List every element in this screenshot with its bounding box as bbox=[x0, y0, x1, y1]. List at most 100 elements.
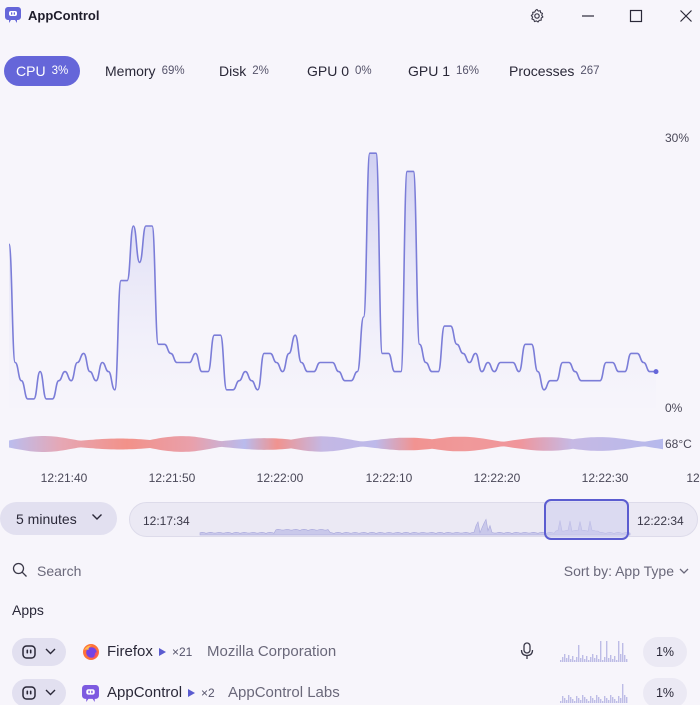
sort-dropdown[interactable]: Sort by: App Type bbox=[564, 563, 674, 579]
maximize-icon bbox=[629, 9, 643, 23]
app-publisher: Mozilla Corporation bbox=[207, 643, 337, 660]
sparkline-bar bbox=[584, 659, 586, 662]
sparkline-bar bbox=[600, 699, 602, 703]
app-cpu-percent: 1% bbox=[643, 637, 687, 667]
x-tick-label: 12:21:50 bbox=[148, 471, 196, 485]
tab-value: 267 bbox=[580, 65, 600, 77]
sparkline-bar bbox=[588, 701, 590, 703]
timeline-overview[interactable]: 12:17:34 12:22:34 bbox=[129, 499, 698, 540]
title-bar: AppControl bbox=[0, 0, 700, 32]
sparkline-bar bbox=[586, 656, 588, 662]
process-count: ×21 bbox=[172, 645, 193, 659]
sparkline-bar bbox=[560, 701, 562, 703]
gear-icon bbox=[530, 8, 544, 23]
tab-label: CPU bbox=[16, 63, 46, 79]
app-row[interactable]: AppControl ×2 AppControl Labs 1% bbox=[0, 677, 700, 705]
app-logo-icon bbox=[5, 7, 21, 23]
maximize-button[interactable] bbox=[622, 4, 650, 28]
tab-cpu[interactable]: CPU 3% bbox=[4, 56, 81, 86]
close-icon bbox=[680, 10, 692, 22]
tab-value: 69% bbox=[161, 65, 185, 77]
tab-disk[interactable]: Disk 2% bbox=[207, 56, 281, 86]
sparkline-bar bbox=[564, 698, 566, 703]
sparkline-bar bbox=[592, 698, 594, 703]
x-tick-label: 12 bbox=[686, 471, 700, 485]
sparkline-bar bbox=[564, 654, 566, 662]
x-tick-label: 12:21:40 bbox=[40, 471, 88, 485]
x-tick-label: 12:22:30 bbox=[581, 471, 629, 485]
sparkline-bar bbox=[614, 699, 616, 703]
sparkline-bar bbox=[566, 658, 568, 662]
app-name: AppControl bbox=[107, 684, 183, 701]
sparkline-bar bbox=[612, 659, 614, 662]
firefox-icon bbox=[83, 644, 99, 660]
sparkline-bar bbox=[584, 697, 586, 703]
overview-end-time: 12:22:34 bbox=[637, 514, 684, 528]
app-title: AppControl bbox=[28, 8, 100, 23]
sparkline-bar bbox=[598, 697, 600, 703]
resource-tabs: CPU 3% Memory 69% Disk 2% GPU 0 0% GPU 1… bbox=[0, 56, 700, 86]
search-input[interactable]: Search bbox=[37, 563, 81, 579]
process-count: ×2 bbox=[201, 686, 215, 700]
tab-label: GPU 0 bbox=[307, 63, 350, 79]
y-max-label: 30% bbox=[665, 131, 690, 145]
sparkline-bar bbox=[610, 655, 612, 662]
sparkline-bar bbox=[596, 695, 598, 703]
sparkline-bar bbox=[618, 696, 620, 703]
app-control-toggle[interactable] bbox=[12, 679, 66, 705]
sparkline-bar bbox=[612, 697, 614, 703]
app-usage-sparkline bbox=[560, 684, 628, 703]
tab-gpu-0[interactable]: GPU 0 0% bbox=[295, 56, 384, 86]
chevron-down-icon bbox=[92, 514, 102, 520]
x-tick-label: 12:22:00 bbox=[256, 471, 304, 485]
tab-gpu-1[interactable]: GPU 1 16% bbox=[396, 56, 491, 86]
sparkline-bar bbox=[616, 701, 618, 703]
sparkline-bar bbox=[568, 655, 570, 662]
cpu-series-line bbox=[8, 152, 656, 400]
time-range-dropdown[interactable]: 5 minutes bbox=[0, 502, 117, 535]
tab-value: 16% bbox=[456, 65, 480, 77]
sparkline-bar bbox=[582, 695, 584, 703]
sparkline-bar bbox=[614, 656, 616, 662]
sparkline-bar bbox=[576, 696, 578, 703]
sparkline-bar bbox=[600, 641, 602, 662]
chevron-down-icon bbox=[45, 689, 56, 696]
appcontrol-small-icon bbox=[22, 686, 36, 700]
chevron-down-icon bbox=[679, 568, 689, 574]
sparkline-bar bbox=[570, 659, 572, 662]
app-control-toggle[interactable] bbox=[12, 638, 66, 666]
chevron-down-icon bbox=[45, 648, 56, 655]
tab-processes[interactable]: Processes 267 bbox=[497, 56, 612, 86]
tab-value: 3% bbox=[51, 65, 69, 77]
sparkline-bar bbox=[622, 643, 624, 662]
tab-label: Processes bbox=[509, 63, 575, 79]
y-min-label: 0% bbox=[665, 401, 683, 415]
app-row[interactable]: Firefox ×21 Mozilla Corporation 1% bbox=[0, 636, 700, 672]
sparkline-bar bbox=[578, 698, 580, 703]
time-range-label: 5 minutes bbox=[16, 510, 77, 527]
sparkline-bar bbox=[568, 695, 570, 703]
close-button[interactable] bbox=[672, 4, 700, 28]
sparkline-bar bbox=[626, 697, 628, 703]
settings-button[interactable] bbox=[523, 4, 551, 28]
sparkline-bar bbox=[622, 684, 624, 703]
sparkline-bar bbox=[604, 696, 606, 703]
appcontrol-small-icon bbox=[22, 645, 36, 659]
sparkline-bar bbox=[606, 698, 608, 703]
sparkline-bar bbox=[596, 655, 598, 662]
temperature-label: 68°C bbox=[665, 437, 692, 451]
tab-memory[interactable]: Memory 69% bbox=[93, 56, 197, 86]
overview-selection-handle[interactable] bbox=[544, 499, 629, 540]
overview-start-time: 12:17:34 bbox=[143, 514, 190, 528]
minimize-button[interactable] bbox=[574, 4, 602, 28]
sparkline-bar bbox=[620, 654, 622, 662]
app-usage-sparkline bbox=[560, 641, 628, 662]
sparkline-bar bbox=[590, 696, 592, 703]
app-name: Firefox bbox=[107, 643, 153, 660]
apps-section-title: Apps bbox=[12, 602, 44, 618]
sparkline-bar bbox=[570, 697, 572, 703]
sparkline-bar bbox=[574, 701, 576, 703]
sparkline-bar bbox=[602, 660, 604, 662]
sparkline-bar bbox=[592, 654, 594, 662]
cpu-usage-chart bbox=[8, 152, 663, 452]
